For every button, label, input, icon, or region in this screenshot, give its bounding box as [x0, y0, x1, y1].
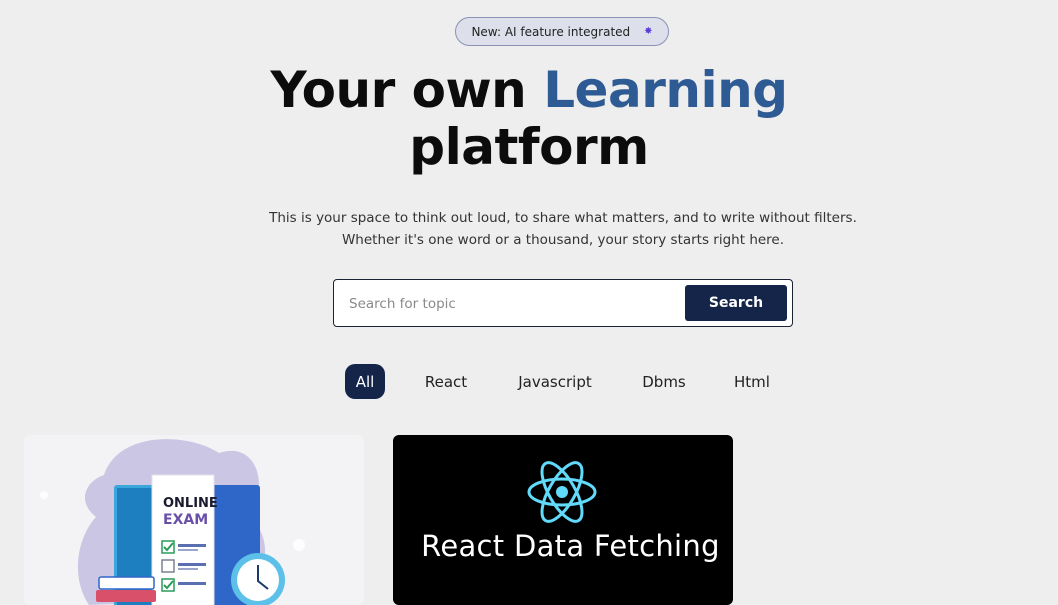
- hero-line1-prefix: Your own: [270, 61, 544, 119]
- react-card-title: React Data Fetching: [421, 529, 720, 563]
- search-button[interactable]: Search: [685, 285, 787, 321]
- exam-text-line1: ONLINE: [163, 496, 218, 511]
- badge-text: New: AI feature integrated: [471, 24, 631, 39]
- react-logo-icon: [527, 461, 597, 523]
- sparkle-icon: ✸: [644, 26, 653, 37]
- filter-chip-dbms[interactable]: Dbms: [636, 364, 692, 399]
- filter-chip-html[interactable]: Html: [727, 364, 777, 399]
- filter-chip-javascript[interactable]: Javascript: [510, 364, 600, 399]
- hero-heading: Your own Learning platform: [0, 62, 1058, 176]
- filter-chip-all[interactable]: All: [345, 364, 385, 399]
- hero-accent-word: Learning: [543, 61, 788, 119]
- exam-text-line2: EXAM: [163, 512, 208, 528]
- new-feature-badge[interactable]: New: AI feature integrated ✸: [455, 17, 669, 46]
- filter-chip-react[interactable]: React: [418, 364, 474, 399]
- course-card-online-exam[interactable]: ONLINE EXAM: [24, 435, 364, 605]
- course-card-react-data-fetching[interactable]: React Data Fetching: [393, 435, 733, 605]
- search-input[interactable]: [347, 292, 671, 316]
- online-exam-illustration: ONLINE EXAM: [40, 439, 305, 605]
- hero-line2: platform: [409, 118, 649, 176]
- hero-description: This is your space to think out loud, to…: [269, 210, 857, 248]
- search-bar: Search: [333, 279, 793, 327]
